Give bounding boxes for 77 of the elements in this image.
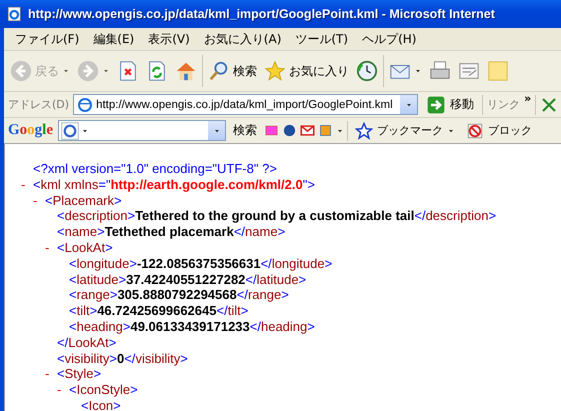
element-value: 37.42240551227282 (126, 272, 246, 288)
collapse-toggle[interactable]: - (45, 366, 57, 382)
xml-close-tag: </latitude> (245, 272, 306, 288)
menu-item[interactable]: ツール(T) (290, 28, 354, 50)
google-search-field[interactable] (58, 120, 226, 141)
note-icon (487, 60, 509, 82)
bookmarks-button[interactable]: ブックマーク (351, 122, 460, 140)
window-title: http://www.opengis.co.jp/data/kml_import/GooglePoint.kml - Microsoft Internet (28, 7, 495, 21)
xml-open-tag: <name> (57, 224, 105, 240)
xml-close-tag: </LookAt> (57, 334, 116, 351)
xml-open-tag: <tilt> (69, 303, 98, 319)
mail-icon (300, 123, 316, 138)
xml-close-tag: </visibility> (124, 350, 188, 366)
element-value: 0 (116, 350, 124, 366)
menu-item[interactable]: お気に入り(A) (198, 28, 286, 50)
xml-open-tag: <latitude> (69, 272, 126, 288)
xml-close-tag: </heading> (250, 318, 315, 335)
xml-open-tag: <heading> (69, 318, 130, 335)
xml-open-tag: <Style> (57, 366, 102, 382)
xml-open-tag: <description> (57, 208, 136, 224)
refresh-icon (146, 60, 168, 82)
collapse-toggle[interactable]: - (21, 176, 33, 193)
printer-icon (429, 60, 451, 82)
menu-item[interactable]: ファイル(F) (10, 28, 84, 50)
more-chevron[interactable]: » (524, 92, 532, 105)
dropdown-button[interactable] (208, 121, 226, 140)
xml-close-tag: </name> (234, 224, 286, 240)
xml-open-tag: <LookAt> (57, 240, 113, 256)
address-field[interactable]: http://www.opengis.co.jp/data/kml_import/GooglePoint.kml (73, 94, 418, 115)
xml-close-tag: </range> (236, 287, 289, 304)
edit-document-icon (458, 60, 480, 82)
xml-open-tag: <IconStyle> (69, 382, 138, 398)
star-icon (264, 60, 286, 82)
xml-open-tag: <longitude> (69, 256, 137, 272)
google-logo: Google (8, 122, 54, 139)
element-value: -122.0856375356631 (136, 256, 261, 272)
element-value: 49.06133439171233 (130, 318, 250, 335)
google-search-button[interactable]: 検索 (229, 122, 262, 139)
dropdown-button[interactable] (400, 95, 418, 114)
toolbar-button[interactable]: 検索 (206, 58, 259, 84)
star-outline-icon (355, 122, 374, 140)
popup-blocker-button[interactable]: ブロック (462, 122, 536, 140)
xml-open-tag: <kml xmlns="http://earth.google.com/kml/2.0"> (33, 176, 315, 193)
collapse-toggle[interactable]: - (45, 240, 57, 256)
menu-item[interactable]: 編集(E) (88, 28, 140, 50)
xml-close-tag: </longitude> (260, 256, 332, 272)
collapse-toggle[interactable]: - (33, 192, 45, 208)
xml-open-tag: <Icon> (81, 398, 121, 411)
xml-open-tag: <range> (69, 287, 118, 304)
scissors-icon (540, 96, 558, 114)
search-icon (208, 60, 230, 82)
toolbar-button[interactable]: お気に入り (262, 58, 351, 84)
element-value: Tethered to the ground by a customizable tail (135, 208, 414, 224)
xml-open-tag: <visibility> (57, 350, 117, 366)
element-value: 46.72425699662645 (97, 303, 216, 319)
links-label[interactable]: リンク (487, 97, 520, 112)
stop-icon (117, 60, 139, 82)
xml-declaration: <?xml version="1.0" encoding="UTF-8" ?> (33, 161, 277, 177)
g-icon (61, 122, 80, 140)
go-button[interactable]: 移動 (422, 94, 478, 114)
home-icon (175, 60, 197, 82)
xml-close-tag: </description> (414, 208, 496, 224)
address-text: http://www.opengis.co.jp/data/kml_import/GooglePoint.kml (96, 98, 394, 110)
xml-open-tag: <Placemark> (45, 192, 122, 208)
collapse-toggle[interactable]: - (57, 382, 69, 398)
page-icon (77, 96, 94, 112)
menu-item[interactable]: ヘルプ(H) (357, 28, 422, 50)
toolbar-icon-button[interactable] (354, 58, 380, 84)
address-label: アドレス(D) (8, 97, 70, 112)
clock-icon (356, 60, 378, 82)
xml-close-tag: </tilt> (216, 303, 248, 319)
element-value: Tethethed placemark (104, 224, 234, 240)
arrow-right-icon (426, 94, 446, 114)
globe-icon (282, 123, 298, 138)
block-icon (466, 122, 484, 140)
element-value: 305.8880792294568 (117, 287, 237, 304)
menu-item[interactable]: 表示(V) (143, 28, 195, 50)
